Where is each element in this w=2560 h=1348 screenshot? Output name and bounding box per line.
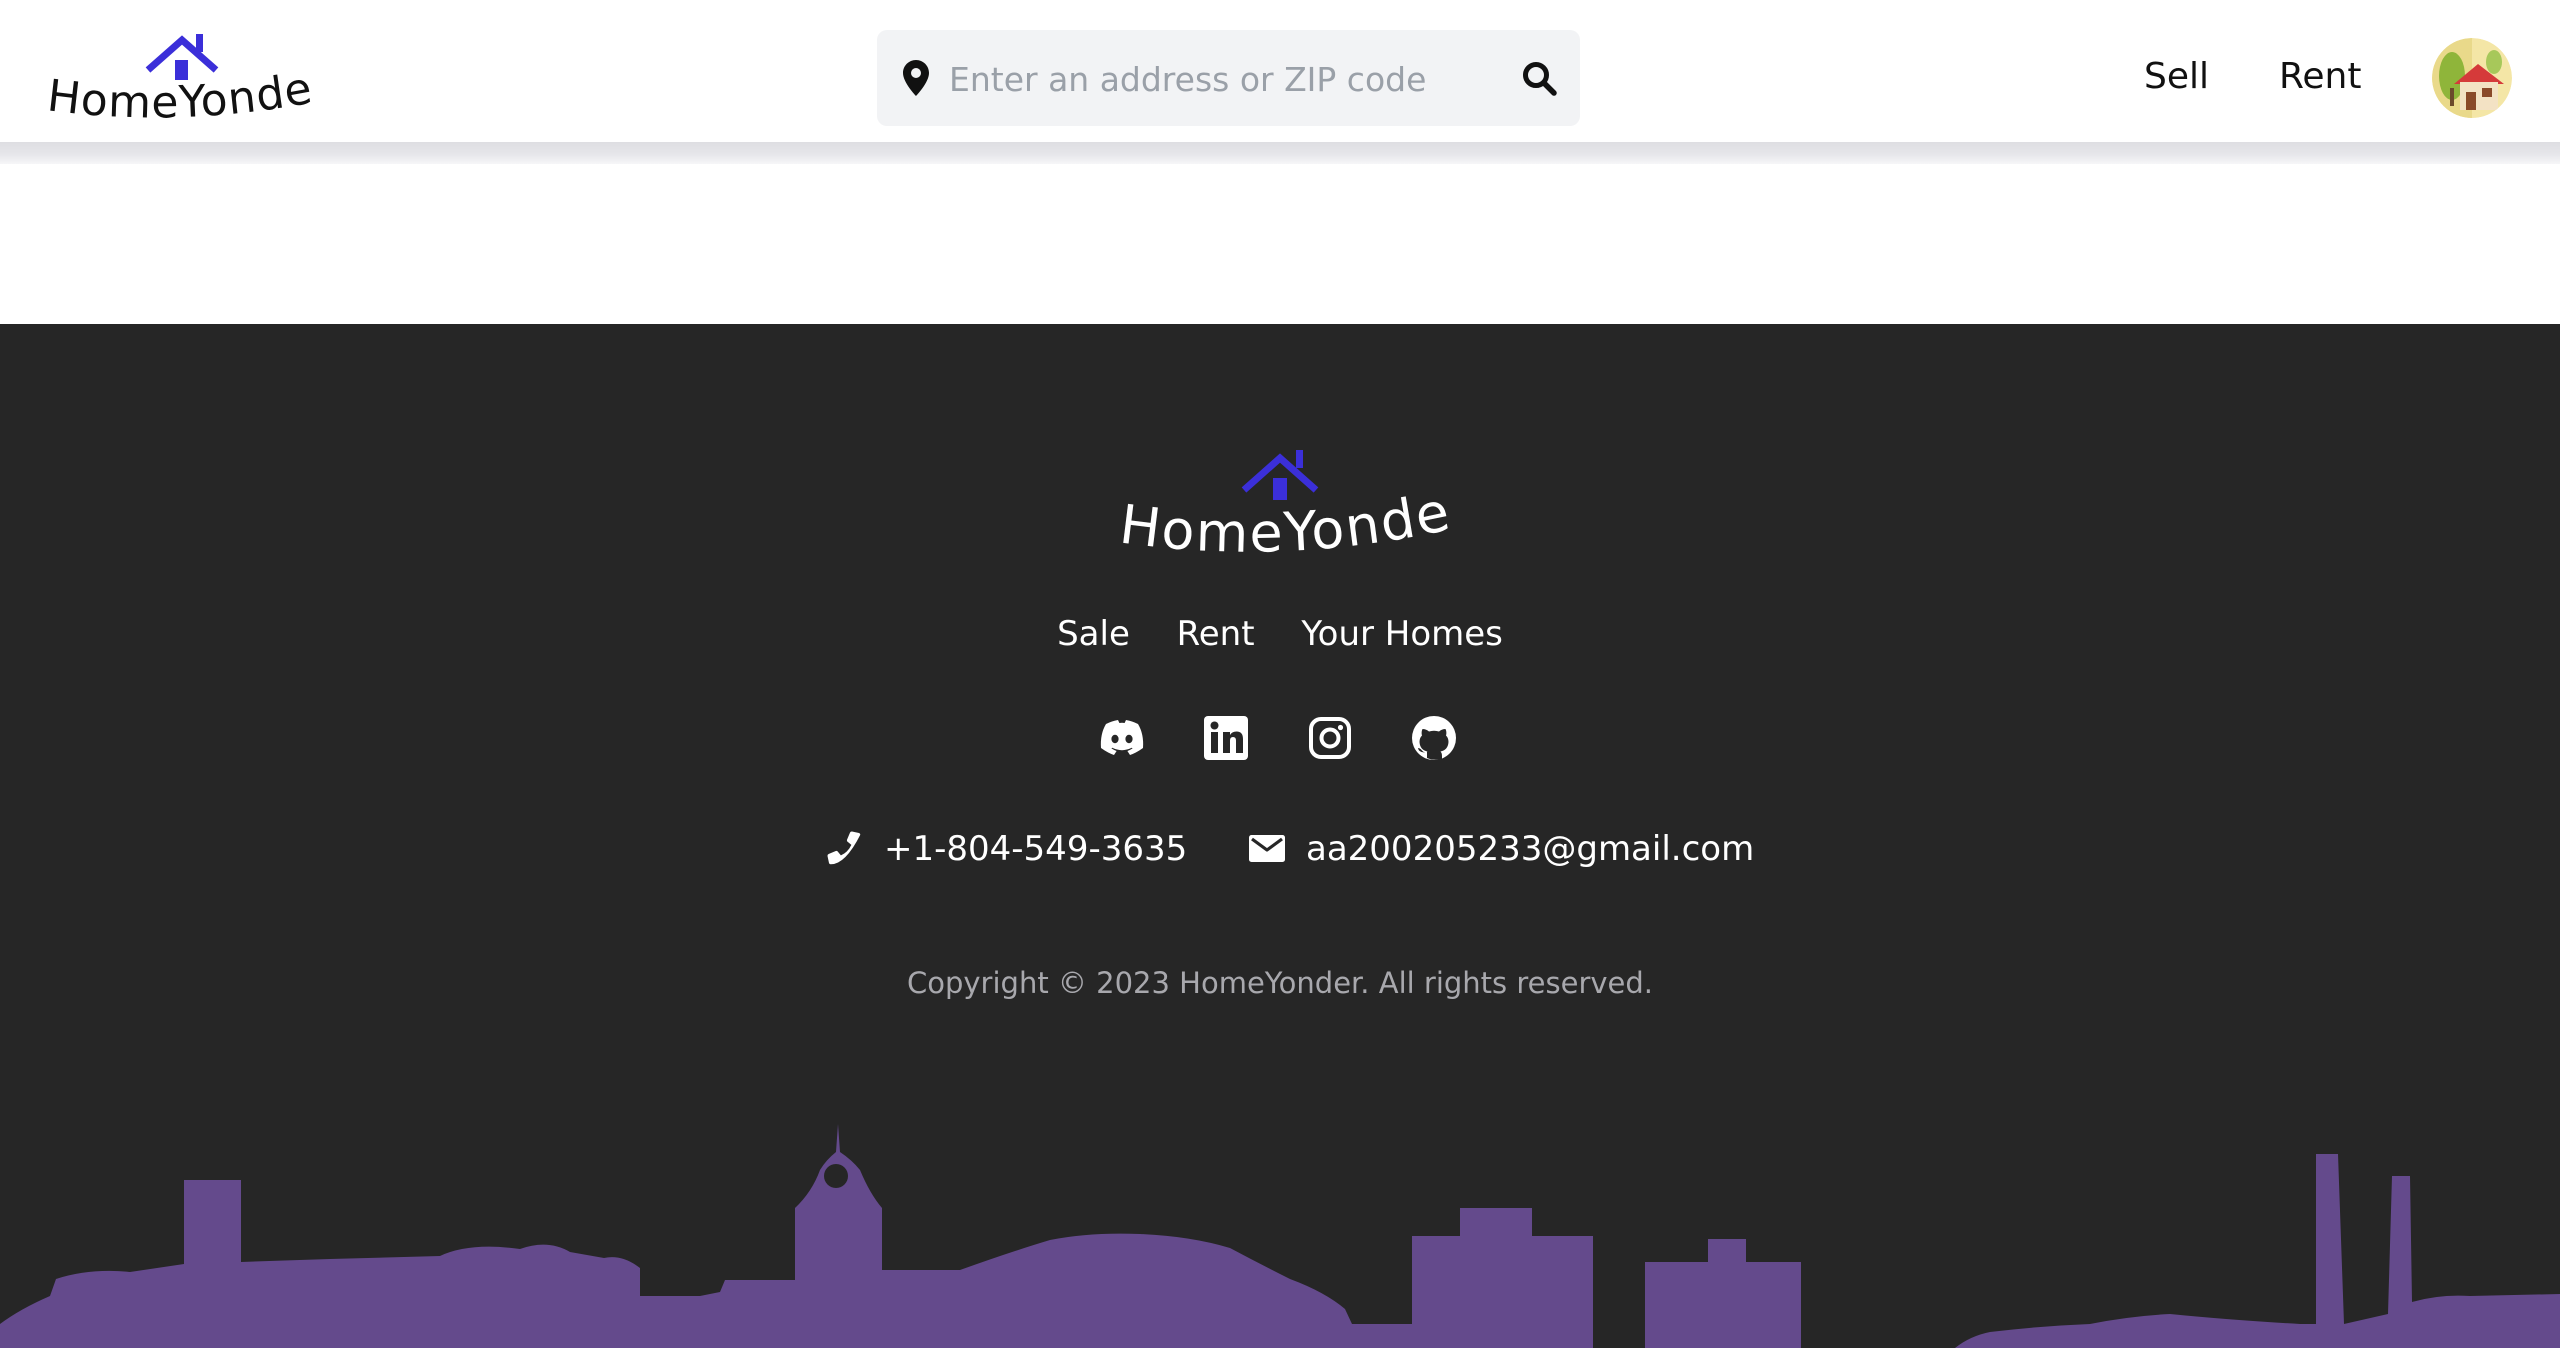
top-navbar: HomeYonder Sell Rent <box>0 0 2560 142</box>
linkedin-icon[interactable] <box>1200 712 1252 764</box>
discord-icon[interactable] <box>1096 712 1148 764</box>
contact-email-text: aa200205233@gmail.com <box>1306 829 1755 869</box>
footer-brand-name: HomeYonder <box>1112 490 1452 565</box>
brand-name: HomeYonder <box>46 72 314 129</box>
contact-phone-text: +1-804-549-3635 <box>884 829 1188 869</box>
brand-logo[interactable]: HomeYonder <box>44 32 314 132</box>
footer-nav: Sale Rent Your Homes <box>0 614 2560 654</box>
phone-icon <box>827 831 861 865</box>
copyright-notice: Copyright © 2023 HomeYonder. All rights … <box>907 966 1653 1000</box>
social-links <box>1096 712 1476 772</box>
footer-link-rent[interactable]: Rent <box>1177 614 1255 654</box>
envelope-icon <box>1249 835 1285 862</box>
instagram-icon[interactable] <box>1304 712 1356 764</box>
location-pin-icon <box>903 60 929 96</box>
footer-link-your-homes[interactable]: Your Homes <box>1301 614 1503 654</box>
footer-link-sale[interactable]: Sale <box>1057 614 1130 654</box>
footer-brand-logo[interactable]: HomeYonder <box>1112 448 1452 578</box>
user-avatar[interactable] <box>2432 38 2512 118</box>
brand-wordmark: HomeYonder <box>46 72 314 129</box>
address-search-bar <box>877 30 1580 126</box>
header-shadow <box>0 142 2560 164</box>
nav-rent-link[interactable]: Rent <box>2279 52 2361 102</box>
svg-text:HomeYonder: HomeYonder <box>1112 490 1452 565</box>
house-avatar-icon <box>2432 38 2512 118</box>
footer-brand-wordmark: HomeYonder <box>1112 490 1452 565</box>
search-icon[interactable] <box>1521 60 1557 96</box>
address-search-input[interactable] <box>947 50 1511 108</box>
svg-text:HomeYonder: HomeYonder <box>46 72 314 129</box>
contact-email[interactable]: aa200205233@gmail.com <box>1248 824 1754 874</box>
nav-sell-link[interactable]: Sell <box>2144 52 2209 102</box>
site-footer: HomeYonder Sale Rent Your Homes <box>0 324 2560 1348</box>
github-icon[interactable] <box>1408 712 1460 764</box>
contact-phone[interactable]: +1-804-549-3635 <box>826 824 1188 874</box>
